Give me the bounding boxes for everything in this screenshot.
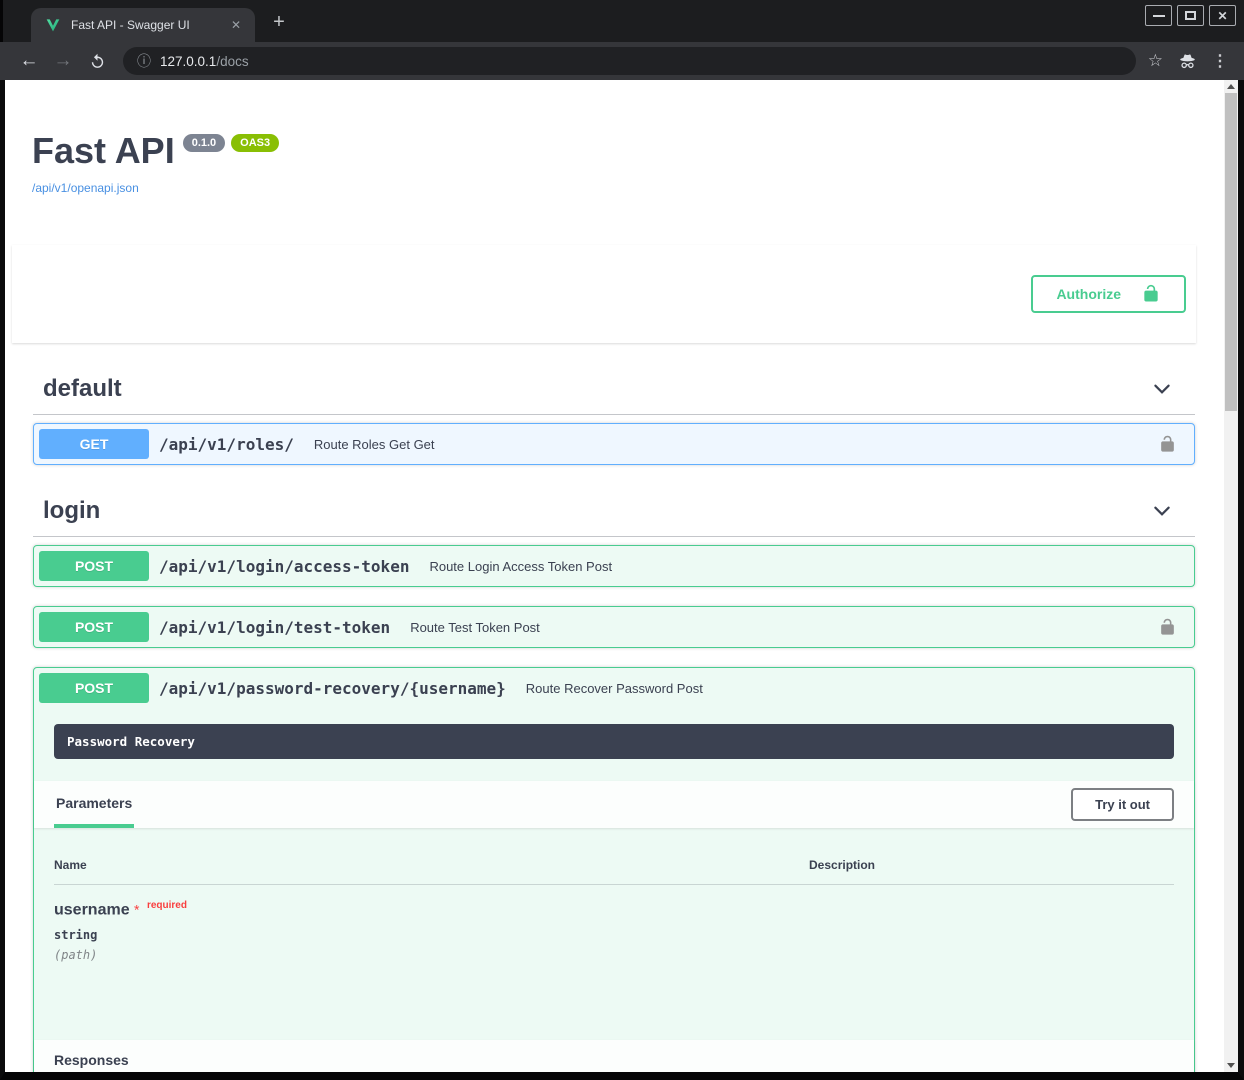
parameters-section-header: Parameters Try it out: [34, 781, 1194, 828]
site-info-icon[interactable]: ⓘ: [137, 51, 151, 71]
try-it-out-button[interactable]: Try it out: [1071, 788, 1174, 821]
method-badge: POST: [39, 612, 149, 642]
close-button[interactable]: ✕: [1209, 5, 1236, 26]
method-badge: POST: [39, 551, 149, 581]
tab-title: Fast API - Swagger UI: [71, 18, 227, 32]
page-viewport: Fast API 0.1.0 OAS3 /api/v1/openapi.json…: [0, 80, 1244, 1080]
maximize-button[interactable]: [1177, 5, 1204, 26]
parameters-table-header: Name Description: [54, 858, 1174, 885]
address-bar[interactable]: ⓘ 127.0.0.1/docs: [123, 47, 1136, 75]
opblock-summary[interactable]: POST /api/v1/login/test-token Route Test…: [34, 607, 1194, 647]
browser-window: Fast API - Swagger UI ✕ + ✕ ← → ⓘ 127.0.…: [0, 0, 1244, 1080]
incognito-icon: [1177, 52, 1198, 71]
reload-icon[interactable]: [83, 47, 111, 75]
api-info: Fast API 0.1.0 OAS3 /api/v1/openapi.json: [5, 80, 1224, 197]
bookmark-star-icon[interactable]: ☆: [1148, 51, 1163, 71]
lock-icon[interactable]: [1158, 618, 1177, 637]
authorize-button[interactable]: Authorize: [1031, 275, 1186, 313]
title-badges: 0.1.0 OAS3: [183, 134, 279, 152]
menu-dots-icon[interactable]: ⋮: [1212, 51, 1228, 71]
opblock-post-access-token: POST /api/v1/login/access-token Route Lo…: [33, 545, 1195, 587]
scrollbar-up-arrow[interactable]: [1224, 80, 1238, 93]
endpoint-summary: Route Roles Get Get: [304, 437, 1158, 452]
opblock-get-roles: GET /api/v1/roles/ Route Roles Get Get: [33, 423, 1195, 465]
chevron-down-icon: [1151, 500, 1173, 522]
minimize-button[interactable]: [1145, 5, 1172, 26]
chevron-down-icon: [1151, 378, 1173, 400]
endpoint-summary: Route Login Access Token Post: [419, 559, 1189, 574]
browser-toolbar: ← → ⓘ 127.0.0.1/docs ☆ ⋮: [0, 42, 1244, 80]
oas3-badge: OAS3: [231, 134, 279, 152]
parameter-row: username * required string (path): [54, 885, 1174, 962]
window-controls: ✕: [1145, 5, 1236, 26]
section-default: default GET /api/v1/roles/ Route Roles G…: [33, 363, 1195, 465]
endpoint-path: /api/v1/login/access-token: [149, 557, 419, 576]
scrollbar-down-arrow[interactable]: [1224, 1059, 1238, 1072]
minimize-icon: [1153, 15, 1165, 17]
maximize-icon: [1185, 11, 1196, 20]
toolbar-right: ☆ ⋮: [1148, 51, 1232, 71]
param-name-header: Name: [54, 858, 809, 872]
new-tab-button[interactable]: +: [267, 12, 291, 32]
vertical-scrollbar[interactable]: [1224, 80, 1238, 1072]
responses-section-header: Responses: [34, 1040, 1194, 1072]
swagger-ui: Fast API 0.1.0 OAS3 /api/v1/openapi.json…: [5, 80, 1224, 1072]
opblock-summary[interactable]: POST /api/v1/password-recovery/{username…: [34, 668, 1194, 708]
endpoint-path: /api/v1/login/test-token: [149, 618, 400, 637]
parameter-name: username: [54, 901, 130, 918]
parameter-location: (path): [54, 948, 809, 962]
tab-parameters[interactable]: Parameters: [54, 781, 134, 828]
opblock-post-test-token: POST /api/v1/login/test-token Route Test…: [33, 606, 1195, 648]
parameters-table: Name Description username * required: [34, 828, 1194, 1040]
version-badge: 0.1.0: [183, 134, 225, 152]
page-title: Fast API 0.1.0 OAS3: [32, 130, 1204, 172]
method-badge: GET: [39, 429, 149, 459]
parameter-name-cell: username * required string (path): [54, 900, 809, 962]
url-host: 127.0.0.1: [160, 54, 216, 69]
lock-icon[interactable]: [1158, 435, 1177, 454]
section-default-header[interactable]: default: [33, 363, 1195, 415]
back-icon[interactable]: ←: [15, 47, 43, 75]
required-label: required: [144, 900, 187, 911]
endpoint-summary: Route Recover Password Post: [516, 681, 1189, 696]
section-default-title: default: [43, 375, 122, 403]
browser-tab[interactable]: Fast API - Swagger UI ✕: [31, 8, 255, 42]
unlock-icon: [1141, 284, 1161, 304]
required-star: *: [134, 901, 139, 917]
url-text: 127.0.0.1/docs: [160, 54, 249, 69]
param-description-header: Description: [809, 858, 875, 872]
tab-close-icon[interactable]: ✕: [227, 16, 245, 34]
scheme-container: Authorize: [12, 245, 1196, 343]
section-login-header[interactable]: login: [33, 485, 1195, 537]
opblock-summary[interactable]: POST /api/v1/login/access-token Route Lo…: [34, 546, 1194, 586]
responses-title: Responses: [54, 1052, 129, 1068]
operation-description: Password Recovery: [54, 724, 1174, 759]
endpoint-path: /api/v1/roles/: [149, 435, 304, 454]
scrollbar-thumb[interactable]: [1225, 93, 1237, 411]
opblock-post-password-recovery: POST /api/v1/password-recovery/{username…: [33, 667, 1195, 1072]
method-badge: POST: [39, 673, 149, 703]
titlebar: Fast API - Swagger UI ✕ + ✕: [0, 0, 1244, 42]
favicon-v-icon: [45, 17, 61, 33]
forward-icon[interactable]: →: [49, 47, 77, 75]
section-login: login POST /api/v1/login/access-token Ro…: [33, 485, 1195, 1072]
api-title-text: Fast API: [32, 130, 175, 172]
parameter-type: string: [54, 928, 809, 942]
authorize-label: Authorize: [1056, 286, 1121, 302]
opblock-summary[interactable]: GET /api/v1/roles/ Route Roles Get Get: [34, 424, 1194, 464]
section-login-title: login: [43, 497, 100, 525]
openapi-spec-link[interactable]: /api/v1/openapi.json: [32, 181, 139, 195]
endpoint-path: /api/v1/password-recovery/{username}: [149, 679, 516, 698]
url-path: /docs: [216, 54, 248, 69]
opblock-body: Password Recovery Parameters Try it out …: [34, 724, 1194, 1072]
endpoint-summary: Route Test Token Post: [400, 620, 1158, 635]
